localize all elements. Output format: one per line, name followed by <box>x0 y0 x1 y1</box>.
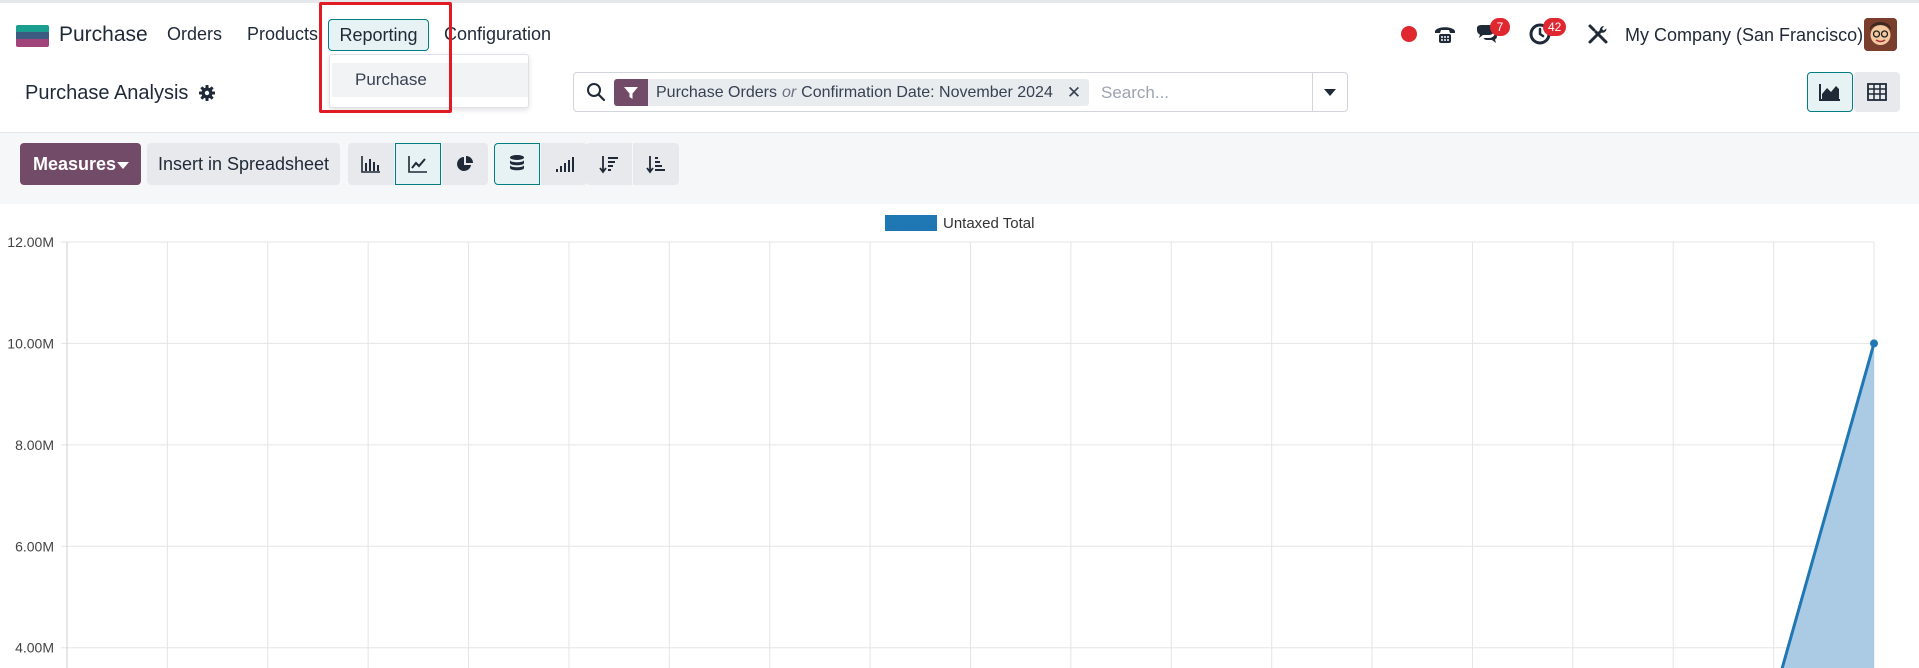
search-options-toggle[interactable] <box>1312 72 1348 112</box>
measures-label: Measures <box>33 154 117 174</box>
data-point <box>1870 339 1878 348</box>
menu-configuration[interactable]: Configuration <box>444 24 551 45</box>
line-chart: 12.00M 10.00M 8.00M 6.00M 4.00M Untaxed Total <box>7 215 1878 668</box>
company-switcher[interactable]: My Company (San Francisco) <box>1625 25 1863 46</box>
caret-down-icon <box>1324 89 1336 96</box>
stacked-button[interactable] <box>494 143 540 185</box>
line-chart-button[interactable] <box>395 143 441 185</box>
search-input[interactable] <box>1101 80 1301 106</box>
graph-toolbar: Measures Insert in Spreadsheet <box>0 132 1919 204</box>
menu-orders[interactable]: Orders <box>167 24 222 45</box>
facet-value-confirmation-date: Confirmation Date: November 2024 <box>801 83 1053 101</box>
sort-descending-button[interactable] <box>586 143 632 185</box>
facet-value-purchase-orders: Purchase Orders <box>656 83 777 101</box>
area-chart-icon <box>1819 84 1840 101</box>
pie-chart-button[interactable] <box>442 143 488 185</box>
facet-remove-icon[interactable]: ✕ <box>1067 83 1081 103</box>
phone-icon[interactable] <box>1433 22 1457 46</box>
debug-tools-icon[interactable] <box>1586 22 1610 46</box>
legend-swatch <box>885 215 937 231</box>
top-navbar: Purchase Orders Products Reporting Confi… <box>0 0 1919 64</box>
y-tick-label: 6.00M <box>15 538 54 554</box>
gear-icon[interactable] <box>197 83 217 103</box>
sort-descending-icon <box>599 156 618 174</box>
activities-badge: 42 <box>1543 18 1567 36</box>
measures-button[interactable]: Measures <box>20 143 141 185</box>
app-name[interactable]: Purchase <box>59 23 148 47</box>
y-tick-label: 8.00M <box>15 437 54 453</box>
graph-view-button[interactable] <box>1807 72 1853 112</box>
y-tick-label: 4.00M <box>15 640 54 656</box>
search-facet: Purchase Orders or Confirmation Date: No… <box>614 79 1090 106</box>
recording-indicator[interactable] <box>1401 26 1417 42</box>
y-tick-label: 12.00M <box>7 234 54 250</box>
facet-separator: or <box>781 83 797 101</box>
search-bar: Purchase Orders or Confirmation Date: No… <box>573 72 1313 112</box>
sort-ascending-button[interactable] <box>633 143 679 185</box>
search-icon[interactable] <box>586 82 606 107</box>
pivot-view-button[interactable] <box>1854 72 1900 112</box>
line-chart-icon <box>408 156 427 173</box>
y-tick-label: 10.00M <box>7 335 54 351</box>
filter-icon <box>614 79 648 106</box>
database-stack-icon <box>510 155 524 171</box>
apps-menu-icon[interactable] <box>16 25 49 47</box>
messages-badge: 7 <box>1490 18 1510 36</box>
page-title: Purchase Analysis <box>25 82 189 104</box>
graph-area: 12.00M 10.00M 8.00M 6.00M 4.00M Untaxed Total <box>0 204 1919 668</box>
table-icon <box>1867 83 1887 101</box>
cumulative-button[interactable] <box>541 143 587 185</box>
control-panel: Purchase Analysis Purchase Orders or Con… <box>0 64 1919 132</box>
bar-chart-icon <box>361 156 380 173</box>
caret-down-icon <box>117 162 129 169</box>
pie-chart-icon <box>457 156 473 171</box>
signal-bars-icon <box>556 157 574 172</box>
user-avatar[interactable] <box>1864 18 1897 51</box>
legend-label: Untaxed Total <box>943 215 1034 232</box>
insert-in-spreadsheet-button[interactable]: Insert in Spreadsheet <box>147 143 340 185</box>
sort-ascending-icon <box>646 156 665 174</box>
bar-chart-button[interactable] <box>348 143 394 185</box>
menu-products[interactable]: Products <box>247 24 318 45</box>
